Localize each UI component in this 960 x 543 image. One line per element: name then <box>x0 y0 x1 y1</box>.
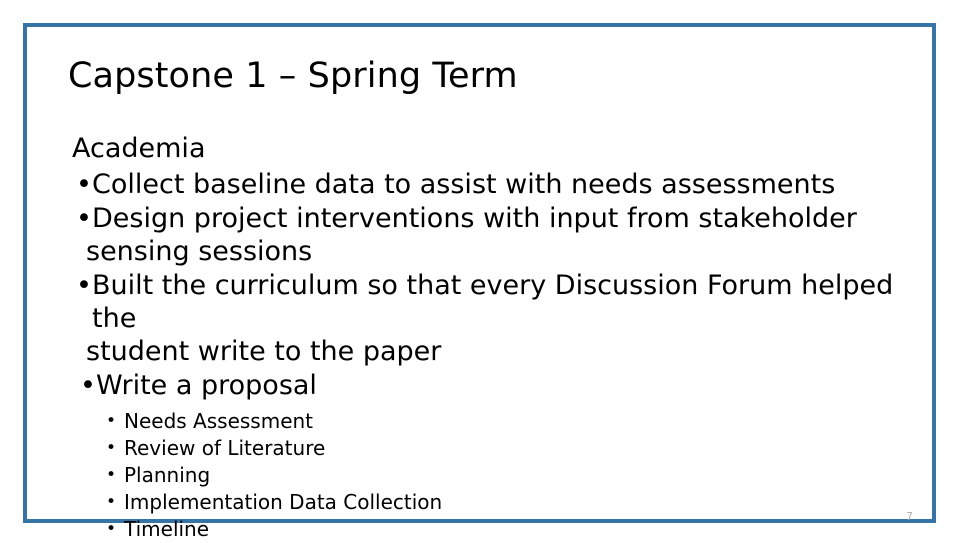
bullet-dot-icon: • <box>80 370 96 401</box>
bullet-item: • Collect baseline data to assist with n… <box>68 168 903 201</box>
bullet-dot-icon: • <box>106 519 117 539</box>
bullet-item: • Write a proposal <box>68 369 903 402</box>
sub-bullet-item: • Planning <box>68 462 903 489</box>
slide-body: Academia • Collect baseline data to assi… <box>68 132 903 543</box>
sub-bullet-list: • Needs Assessment • Review of Literatur… <box>68 408 903 543</box>
sub-bullet-item: • Timeline <box>68 516 903 543</box>
slide-title: Capstone 1 – Spring Term <box>68 56 518 96</box>
bullet-text-continuation: student write to the paper <box>86 336 442 367</box>
bullet-item: • Built the curriculum so that every Dis… <box>68 269 903 368</box>
sub-bullet-text: Implementation Data Collection <box>124 490 443 514</box>
bullet-text: Built the curriculum so that every Discu… <box>92 270 894 334</box>
bullet-dot-icon: • <box>76 203 92 234</box>
bullet-dot-icon: • <box>76 169 92 200</box>
sub-bullet-item: • Review of Literature <box>68 435 903 462</box>
sub-bullet-text: Timeline <box>124 517 210 541</box>
sub-bullet-item: • Implementation Data Collection <box>68 489 903 516</box>
sub-bullet-text: Review of Literature <box>124 436 326 460</box>
bullet-dot-icon: • <box>106 411 117 431</box>
bullet-text-continuation: sensing sessions <box>86 236 313 267</box>
sub-bullet-item: • Needs Assessment <box>68 408 903 435</box>
bullet-dot-icon: • <box>106 465 117 485</box>
primary-bullet-list: • Collect baseline data to assist with n… <box>68 168 903 402</box>
bullet-dot-icon: • <box>106 438 117 458</box>
sub-bullet-text: Needs Assessment <box>124 409 314 433</box>
page-number: 7 <box>906 510 913 523</box>
bullet-text: Write a proposal <box>96 370 317 401</box>
bullet-item: • Design project interventions with inpu… <box>68 202 903 268</box>
body-lead-line: Academia <box>72 133 206 164</box>
bullet-dot-icon: • <box>106 492 117 512</box>
bullet-text: Collect baseline data to assist with nee… <box>92 169 836 200</box>
bullet-text: Design project interventions with input … <box>92 203 857 234</box>
sub-bullet-text: Planning <box>124 463 211 487</box>
bullet-dot-icon: • <box>76 270 92 301</box>
slide: Capstone 1 – Spring Term Academia • Coll… <box>0 0 960 543</box>
